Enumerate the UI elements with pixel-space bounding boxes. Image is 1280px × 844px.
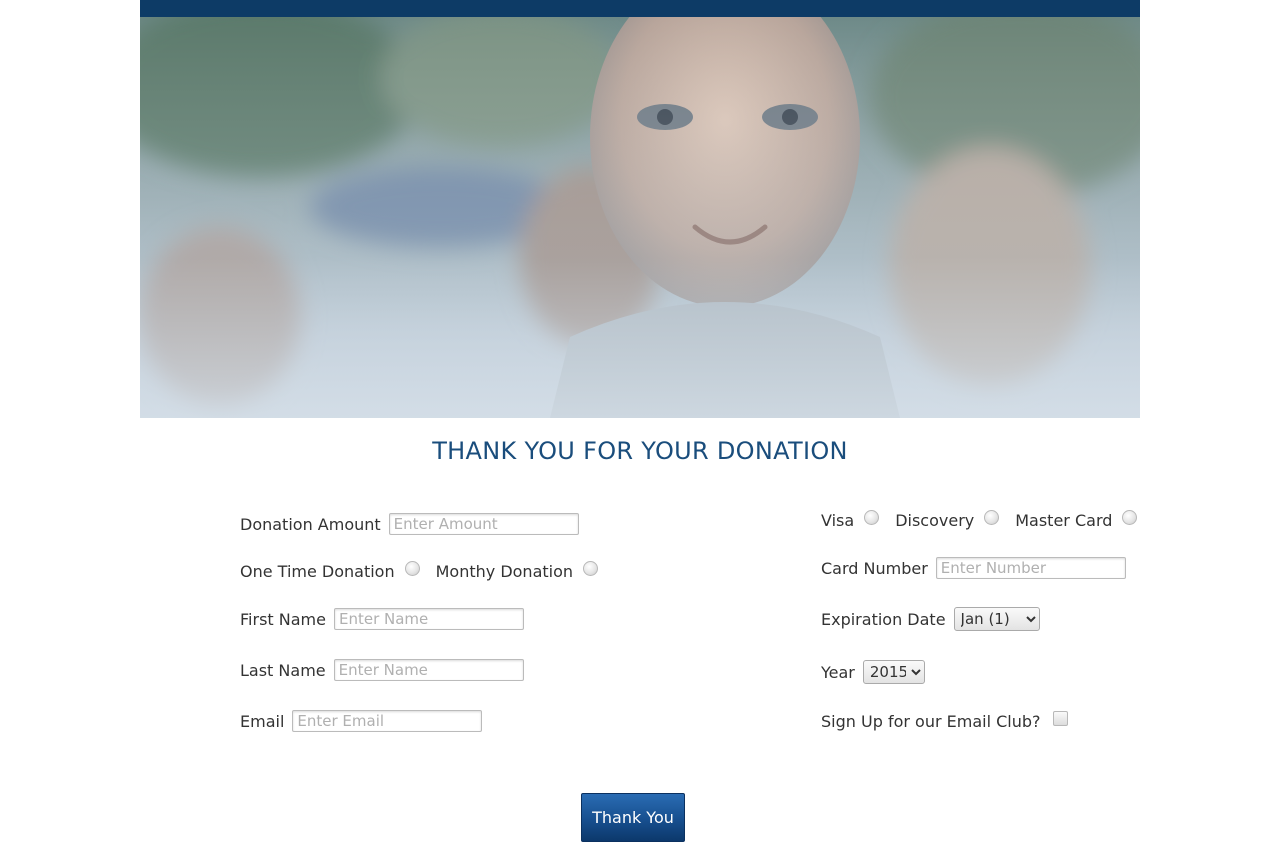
visa-label: Visa (821, 511, 855, 530)
hero-image (140, 17, 1140, 418)
first-name-row: First Name (240, 608, 524, 630)
hero-photo (140, 17, 1140, 418)
monthly-donation-label: Monthy Donation (435, 562, 574, 581)
year-label: Year (821, 662, 855, 682)
one-time-donation-radio[interactable] (404, 561, 420, 576)
card-number-row: Card Number (821, 557, 1126, 579)
last-name-input[interactable] (333, 659, 524, 681)
card-number-input[interactable] (935, 557, 1126, 579)
email-club-label: Sign Up for our Email Club? (821, 712, 1041, 731)
email-club-row: Sign Up for our Email Club? (821, 711, 1068, 731)
discovery-label: Discovery (895, 511, 975, 530)
year-row: Year 2015 (821, 660, 925, 684)
expiration-row: Expiration Date Jan (1) (821, 607, 1040, 631)
donation-amount-input[interactable] (388, 513, 579, 535)
expiration-date-label: Expiration Date (821, 609, 946, 629)
email-input[interactable] (292, 710, 483, 732)
email-row: Email (240, 710, 483, 732)
card-type-row: Visa Discovery Master Card (821, 510, 1138, 530)
discovery-radio[interactable] (984, 510, 1000, 525)
email-label: Email (240, 711, 285, 731)
donation-frequency-row: One Time Donation Monthy Donation (240, 561, 614, 581)
email-club-checkbox[interactable] (1052, 711, 1068, 726)
monthly-donation-radio[interactable] (583, 561, 599, 576)
first-name-label: First Name (240, 609, 326, 629)
header-bar (140, 0, 1140, 17)
visa-radio[interactable] (864, 510, 880, 525)
card-number-label: Card Number (821, 558, 928, 578)
one-time-donation-label: One Time Donation (240, 562, 395, 581)
year-select[interactable]: 2015 (862, 660, 925, 684)
first-name-input[interactable] (333, 608, 524, 630)
thank-you-submit-button[interactable]: Thank You (581, 793, 685, 842)
donation-amount-row: Donation Amount (240, 513, 579, 535)
mastercard-label: Master Card (1015, 511, 1113, 530)
mastercard-radio[interactable] (1122, 510, 1138, 525)
page-title: THANK YOU FOR YOUR DONATION (432, 437, 848, 465)
expiration-month-select[interactable]: Jan (1) (953, 607, 1040, 631)
donation-amount-label: Donation Amount (240, 514, 381, 534)
last-name-label: Last Name (240, 660, 326, 680)
last-name-row: Last Name (240, 659, 524, 681)
